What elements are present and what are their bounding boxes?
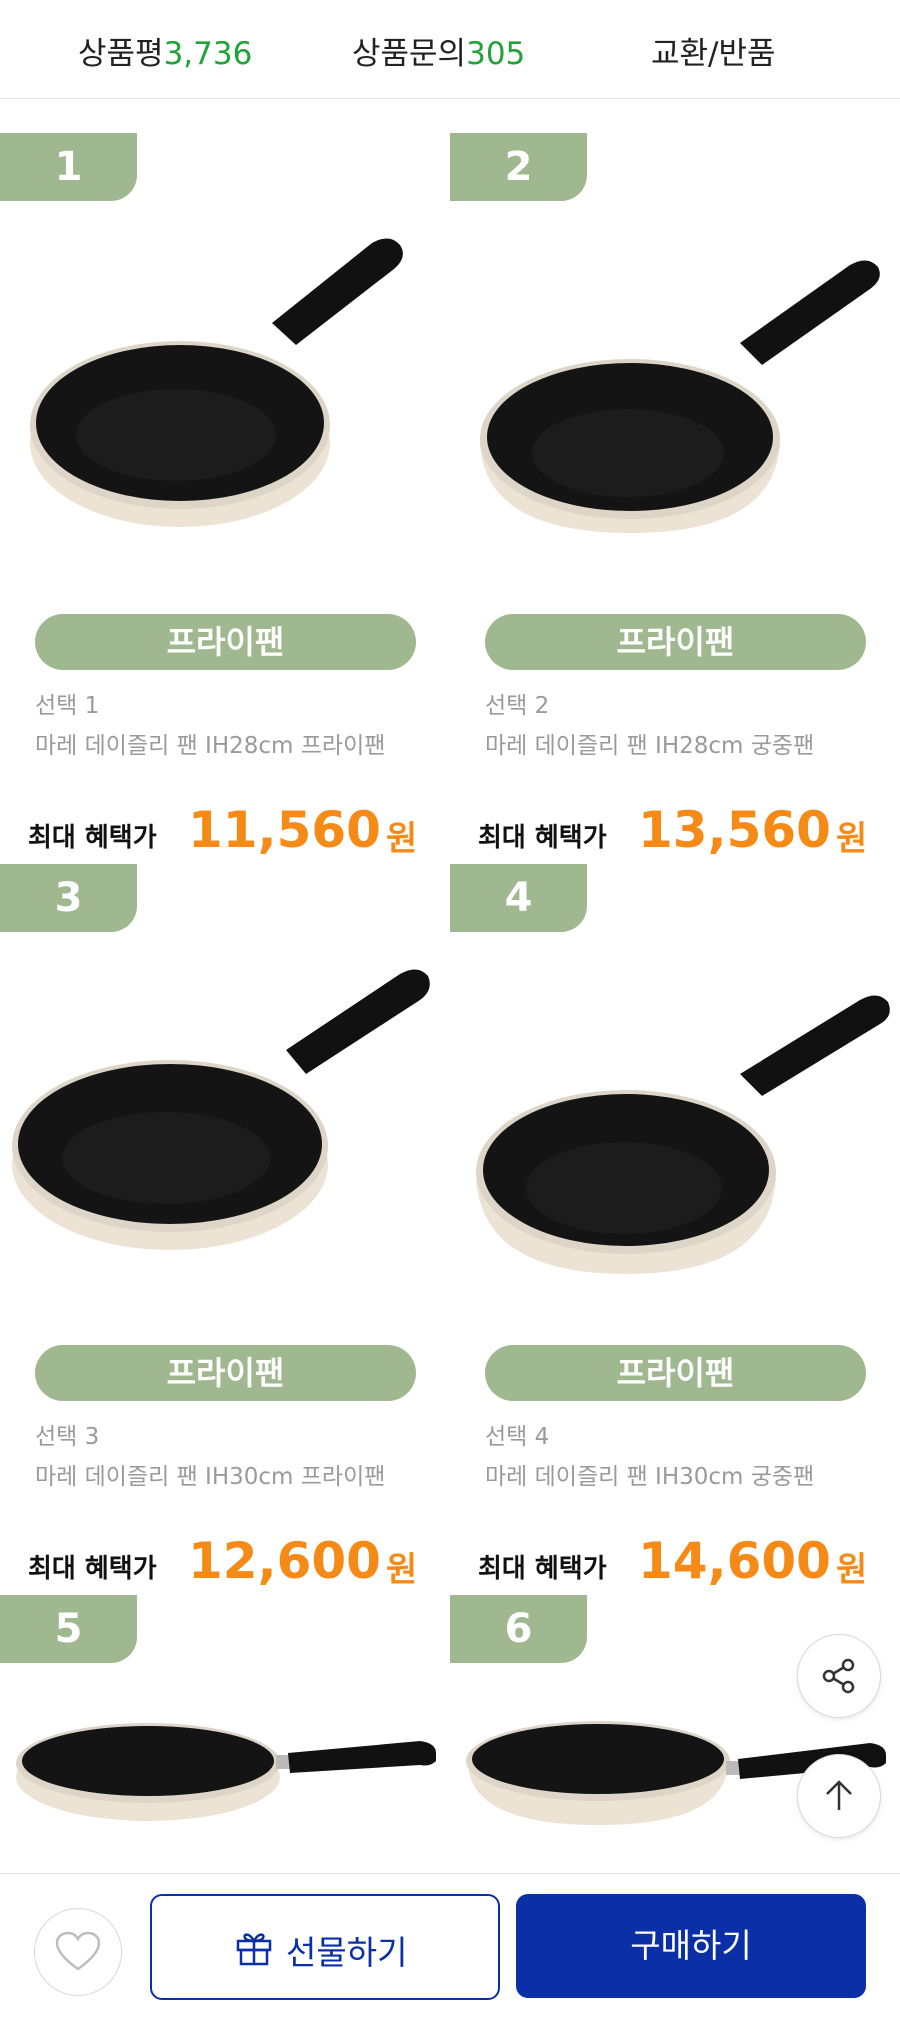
product-number-badge: 6 — [450, 1595, 587, 1663]
price-unit: 원 — [836, 819, 868, 859]
gift-button[interactable]: 선물하기 — [150, 1894, 500, 2000]
share-button[interactable] — [797, 1634, 881, 1718]
gift-button-label: 선물하기 — [286, 1933, 408, 1972]
gift-icon — [236, 1933, 272, 1966]
wishlist-button[interactable] — [34, 1908, 122, 1996]
inquiry-count: 305 — [466, 36, 526, 72]
scroll-to-top-button[interactable] — [797, 1754, 881, 1838]
price-value: 12,600 — [188, 1532, 381, 1590]
product-number: 1 — [54, 144, 83, 190]
price-value: 11,560 — [188, 801, 381, 859]
product-number-badge: 4 — [450, 864, 587, 932]
price-value: 13,560 — [638, 801, 831, 859]
wok-pan-image — [476, 995, 890, 1274]
product-card-2[interactable]: 2 프라이팬 선택 2 마레 데이즐리 팬 IH28cm 궁중팬 최대 혜택가 … — [450, 133, 900, 864]
frying-pan-image — [12, 969, 430, 1250]
category-pill: 프라이팬 — [35, 1345, 416, 1401]
product-card-4[interactable]: 4 프라이팬 선택 4 마레 데이즐리 팬 IH30cm 궁중팬 최대 혜택가 … — [450, 864, 900, 1595]
option-label: 선택 1 — [35, 693, 100, 719]
price-row: 최대 혜택가 13,560 원 — [478, 801, 888, 861]
product-number-badge: 5 — [0, 1595, 137, 1663]
product-number: 2 — [504, 144, 533, 190]
tab-inquiries-label: 상품문의 — [352, 36, 467, 72]
tab-exchange-return[interactable]: 교환/반품 — [651, 28, 776, 73]
wok-pan-image — [480, 260, 880, 533]
buy-button[interactable]: 구매하기 — [516, 1894, 866, 1998]
arrow-up-icon — [826, 1780, 852, 1810]
option-label: 선택 3 — [35, 1424, 100, 1450]
tab-exchange-label: 교환/반품 — [651, 36, 776, 72]
option-label: 선택 2 — [485, 693, 550, 719]
product-number: 4 — [504, 875, 533, 921]
product-tab-bar: 상품평3,736 상품문의305 교환/반품 — [0, 0, 900, 99]
price-value: 14,600 — [638, 1532, 831, 1590]
price-row: 최대 혜택가 12,600 원 — [28, 1532, 438, 1592]
price-row: 최대 혜택가 11,560 원 — [28, 801, 438, 861]
product-name: 마레 데이즐리 팬 IH30cm 프라이팬 — [35, 1464, 386, 1490]
category-pill: 프라이팬 — [35, 614, 416, 670]
price-unit: 원 — [386, 1550, 418, 1590]
bottom-action-bar: 선물하기 구매하기 — [0, 1873, 900, 2018]
heart-icon — [55, 1931, 101, 1971]
product-name: 마레 데이즐리 팬 IH28cm 프라이팬 — [35, 733, 386, 759]
product-name: 마레 데이즐리 팬 IH30cm 궁중팬 — [485, 1464, 815, 1490]
tab-reviews-label: 상품평 — [78, 36, 164, 72]
price-unit: 원 — [386, 819, 418, 859]
price-label: 최대 혜택가 — [28, 823, 157, 853]
product-number-badge: 3 — [0, 864, 137, 932]
product-card-1[interactable]: 1 프라이팬 선택 1 마레 데이즐리 팬 IH28cm 프라이팬 최대 혜택가… — [0, 133, 450, 864]
product-card-5[interactable]: 5 — [0, 1595, 450, 1873]
option-label: 선택 4 — [485, 1424, 550, 1450]
frying-pan-image — [30, 238, 403, 527]
review-count: 3,736 — [163, 36, 253, 72]
product-card-3[interactable]: 3 프라이팬 선택 3 마레 데이즐리 팬 IH30cm 프라이팬 최대 혜택가… — [0, 864, 450, 1595]
share-icon — [822, 1658, 855, 1694]
price-row: 최대 혜택가 14,600 원 — [478, 1532, 888, 1592]
product-number-badge: 2 — [450, 133, 587, 201]
price-label: 최대 혜택가 — [28, 1554, 157, 1584]
product-number: 3 — [54, 875, 83, 921]
frying-pan-side-image — [16, 1723, 436, 1821]
tab-reviews[interactable]: 상품평3,736 — [78, 28, 252, 73]
product-number: 6 — [504, 1606, 533, 1652]
tab-inquiries[interactable]: 상품문의305 — [352, 28, 525, 73]
category-pill: 프라이팬 — [485, 614, 866, 670]
price-label: 최대 혜택가 — [478, 823, 607, 853]
product-name: 마레 데이즐리 팬 IH28cm 궁중팬 — [485, 733, 815, 759]
product-number-badge: 1 — [0, 133, 137, 201]
price-unit: 원 — [836, 1550, 868, 1590]
category-pill: 프라이팬 — [485, 1345, 866, 1401]
product-number: 5 — [54, 1606, 83, 1652]
price-label: 최대 혜택가 — [478, 1554, 607, 1584]
